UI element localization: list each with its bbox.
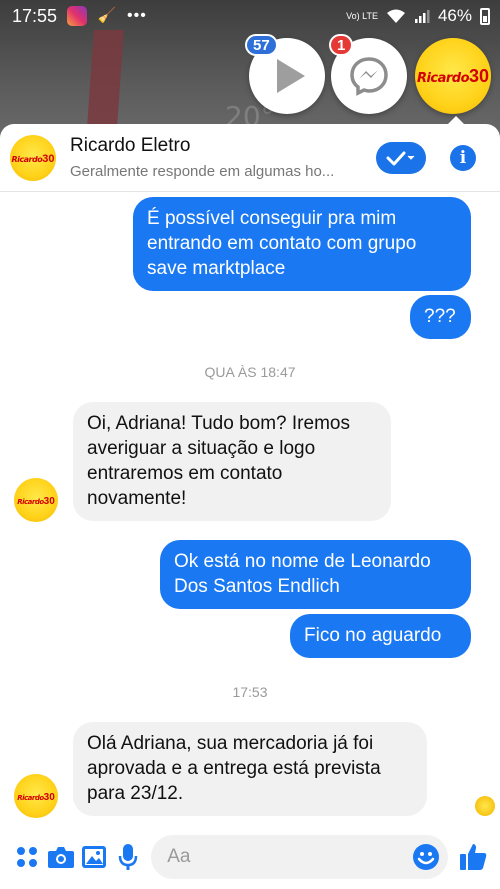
menu-grid-icon[interactable] [10, 837, 44, 877]
message-incoming[interactable]: Olá Adriana, sua mercadoria já foi aprov… [73, 722, 427, 816]
timestamp: 17:53 [232, 684, 268, 700]
status-right: Vo) LTE 46% [346, 6, 490, 26]
video-chat-head[interactable]: 57 [245, 34, 325, 114]
message-input-container[interactable] [151, 834, 449, 879]
video-badge: 57 [245, 34, 278, 56]
status-bar: 17:55 🧹 ••• Vo) LTE 46% [0, 0, 500, 32]
emoji-icon[interactable] [412, 843, 440, 871]
message-incoming[interactable]: Oi, Adriana! Tudo bom? Iremos averiguar … [73, 402, 391, 521]
wifi-icon [386, 9, 405, 23]
message-input[interactable] [167, 845, 413, 868]
battery-percent: 46% [437, 6, 472, 25]
like-icon[interactable] [456, 837, 490, 877]
header-text[interactable]: Ricardo Eletro Geralmente responde em al… [70, 135, 376, 180]
ricardo-logo: Ricardo30 [416, 65, 490, 86]
cleaner-notification-icon: 🧹 [97, 7, 117, 24]
signal-icon [414, 10, 430, 23]
message-outgoing[interactable]: ??? [410, 295, 471, 339]
sender-avatar-logo: Ricardo30 [17, 496, 55, 507]
avatar-logo: Ricardo30 [11, 152, 55, 165]
volte-indicator: Vo) LTE [346, 10, 378, 21]
sender-avatar[interactable]: Ricardo30 [14, 774, 58, 818]
contact-name: Ricardo Eletro [70, 135, 191, 156]
timestamp: QUA ÀS 18:47 [204, 364, 296, 380]
sender-avatar[interactable]: Ricardo30 [14, 478, 58, 522]
seen-indicator-avatar [475, 796, 495, 816]
messenger-chat-head[interactable]: 1 [329, 34, 407, 114]
contact-avatar[interactable]: Ricardo30 [10, 134, 56, 181]
info-icon[interactable]: i [450, 144, 476, 171]
composer-bar [0, 824, 500, 889]
messenger-badge: 1 [329, 34, 354, 56]
message-outgoing[interactable]: Fico no aguardo [290, 614, 471, 658]
check-icon [386, 151, 415, 165]
instagram-notification-icon [67, 6, 88, 26]
more-notifications-icon: ••• [127, 7, 147, 24]
ricardo-chat-head[interactable]: Ricardo30 [415, 38, 491, 114]
chat-panel: Ricardo30 Ricardo Eletro Geralmente resp… [0, 124, 500, 889]
status-left: 17:55 🧹 ••• [12, 6, 147, 27]
camera-icon[interactable] [44, 837, 78, 877]
chat-header: Ricardo30 Ricardo Eletro Geralmente resp… [0, 124, 500, 192]
battery-icon [480, 7, 490, 25]
sender-avatar-logo: Ricardo30 [17, 792, 55, 803]
status-time: 17:55 [12, 5, 58, 26]
messenger-icon [350, 57, 388, 96]
mark-done-button[interactable] [376, 141, 426, 174]
microphone-icon[interactable] [111, 837, 145, 877]
message-outgoing[interactable]: É possível conseguir pra mim entrando em… [133, 197, 471, 291]
gallery-icon[interactable] [78, 837, 112, 877]
response-time-subtitle: Geralmente responde em algumas ho... [70, 163, 335, 180]
play-icon [277, 59, 305, 93]
message-outgoing[interactable]: Ok está no nome de Leonardo Dos Santos E… [160, 540, 471, 609]
